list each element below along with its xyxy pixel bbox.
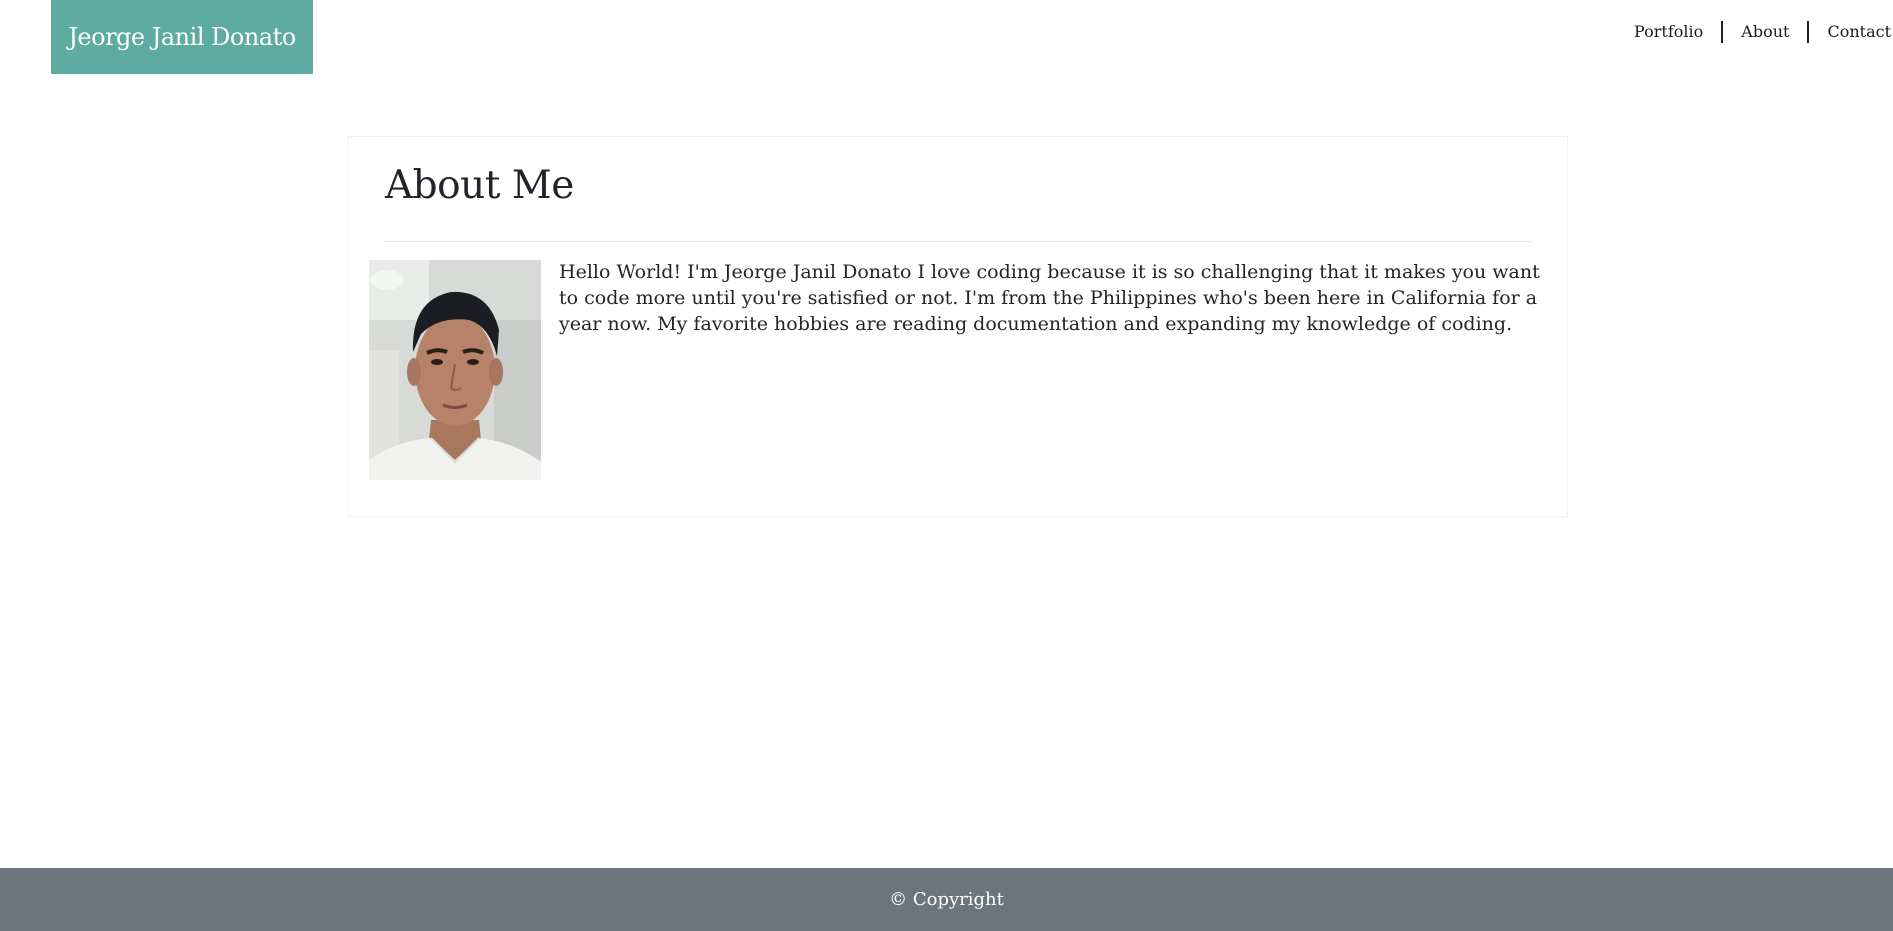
nav-link-portfolio[interactable]: Portfolio <box>1616 18 1721 46</box>
profile-photo <box>369 260 541 480</box>
title-divider <box>385 241 1532 242</box>
nav-link-about[interactable]: About <box>1723 18 1807 46</box>
brand-name: Jeorge Janil Donato <box>68 23 296 51</box>
about-card: About Me Hello World! I'm Jeorge Janil D… <box>348 136 1568 517</box>
about-bio-text: Hello World! I'm Jeorge Janil Donato I l… <box>559 261 1540 335</box>
nav-link-contact[interactable]: Contact <box>1809 18 1893 46</box>
main-nav: Portfolio About Contact <box>1616 18 1893 46</box>
site-brand[interactable]: Jeorge Janil Donato <box>51 0 313 74</box>
page-title: About Me <box>385 163 574 208</box>
site-footer: © Copyright <box>0 868 1893 931</box>
copyright-text: © Copyright <box>889 889 1004 910</box>
